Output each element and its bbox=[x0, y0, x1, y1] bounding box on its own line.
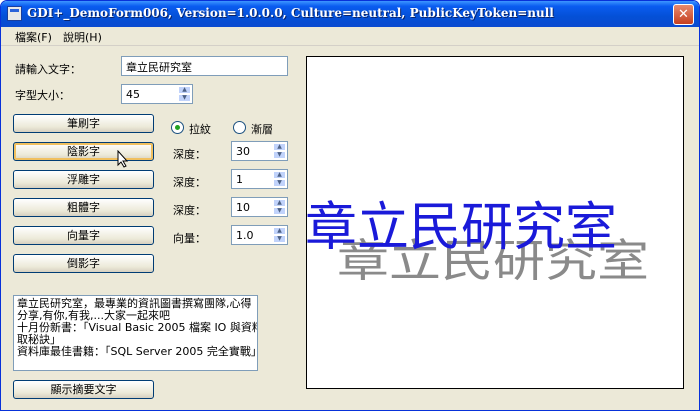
brush-text-button[interactable]: 筆刷字 bbox=[13, 114, 154, 133]
spin-up-icon[interactable]: ▲ bbox=[273, 143, 286, 151]
spin-up-icon[interactable]: ▲ bbox=[178, 86, 191, 94]
depth-label-1: 深度： bbox=[173, 148, 206, 161]
text-input[interactable]: 章立民研究室 bbox=[121, 56, 288, 76]
menu-bar: 檔案(F) 說明(H) bbox=[1, 27, 699, 46]
app-window: GDI+_DemoForm006, Version=1.0.0.0, Cultu… bbox=[0, 0, 700, 411]
shadow-text-button[interactable]: 陰影字 bbox=[13, 142, 154, 161]
title-bar[interactable]: GDI+_DemoForm006, Version=1.0.0.0, Cultu… bbox=[1, 1, 699, 27]
input-text-label: 請輸入文字： bbox=[15, 63, 81, 76]
depth-label-2: 深度： bbox=[173, 176, 206, 189]
depth-stepper-2[interactable]: 1 ▲ ▼ bbox=[231, 169, 288, 189]
reflection-text-button[interactable]: 倒影字 bbox=[13, 254, 154, 273]
vector-text-button[interactable]: 向量字 bbox=[13, 226, 154, 245]
spin-down-icon[interactable]: ▼ bbox=[273, 235, 286, 243]
radio-unchecked-icon bbox=[233, 121, 246, 134]
vector-value: 1.0 bbox=[236, 229, 254, 242]
drawing-canvas: 章立民研究室 章立民研究室 bbox=[306, 56, 684, 389]
spin-up-icon[interactable]: ▲ bbox=[273, 227, 286, 235]
window-title: GDI+_DemoForm006, Version=1.0.0.0, Cultu… bbox=[27, 6, 554, 20]
radio-checked-icon bbox=[171, 121, 184, 134]
spin-down-icon[interactable]: ▼ bbox=[178, 94, 191, 102]
app-icon[interactable] bbox=[7, 6, 22, 21]
radio-gradient-label: 漸層 bbox=[251, 123, 273, 136]
description-textarea[interactable]: 章立民研究室，最專業的資訊圖書撰寫團隊,心得 分享,有你,有我,...大家一起來… bbox=[13, 295, 258, 371]
spin-down-icon[interactable]: ▼ bbox=[273, 207, 286, 215]
depth-stepper-3[interactable]: 10 ▲ ▼ bbox=[231, 197, 288, 217]
emboss-text-button[interactable]: 浮雕字 bbox=[13, 170, 154, 189]
spin-up-icon[interactable]: ▲ bbox=[273, 199, 286, 207]
spin-down-icon[interactable]: ▼ bbox=[273, 151, 286, 159]
spin-up-icon[interactable]: ▲ bbox=[273, 171, 286, 179]
canvas-main-text: 章立民研究室 bbox=[306, 198, 618, 258]
vector-label: 向量： bbox=[173, 232, 206, 245]
depth-value-2: 1 bbox=[236, 173, 243, 186]
spin-down-icon[interactable]: ▼ bbox=[273, 179, 286, 187]
font-size-value: 45 bbox=[126, 88, 140, 101]
depth-stepper-1[interactable]: 30 ▲ ▼ bbox=[231, 141, 288, 161]
depth-label-3: 深度： bbox=[173, 204, 206, 217]
mouse-cursor-icon bbox=[117, 150, 129, 168]
depth-value-3: 10 bbox=[236, 201, 250, 214]
depth-value-1: 30 bbox=[236, 145, 250, 158]
menu-file[interactable]: 檔案(F) bbox=[15, 29, 52, 45]
font-size-label: 字型大小： bbox=[15, 89, 70, 102]
vector-stepper[interactable]: 1.0 ▲ ▼ bbox=[231, 225, 288, 245]
font-size-stepper[interactable]: 45 ▲ ▼ bbox=[121, 84, 193, 104]
bold-text-button[interactable]: 粗體字 bbox=[13, 198, 154, 217]
close-button[interactable]: ✕ bbox=[673, 4, 694, 25]
radio-texture-label: 拉紋 bbox=[189, 123, 211, 136]
menu-help[interactable]: 說明(H) bbox=[63, 29, 102, 45]
memo-line: 資料庫最佳書籍：「SQL Server 2005 完全實戰」 bbox=[17, 345, 258, 358]
show-summary-button[interactable]: 顯示摘要文字 bbox=[13, 380, 154, 399]
